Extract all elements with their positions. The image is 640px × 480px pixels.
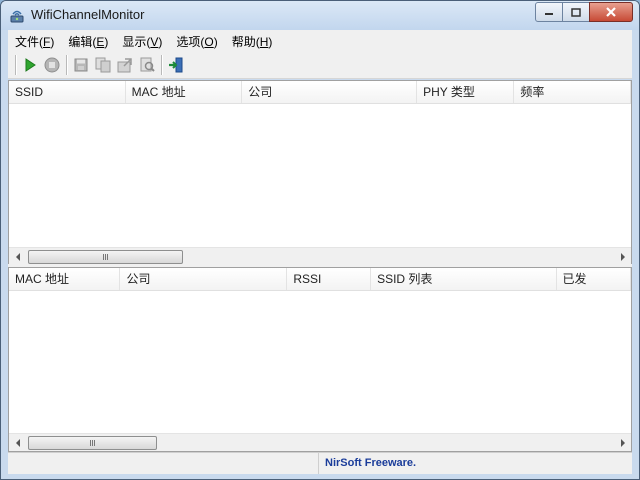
stop-icon xyxy=(44,57,60,73)
menu-file-label: 文件( xyxy=(15,34,43,49)
start-button[interactable] xyxy=(19,54,41,76)
window-controls xyxy=(535,2,633,22)
menu-options[interactable]: 选项(O) xyxy=(169,33,224,50)
column-header-rssi[interactable]: RSSI xyxy=(287,268,372,290)
maximize-icon xyxy=(571,7,581,17)
scroll-thumb[interactable] xyxy=(28,436,157,450)
window-title: WifiChannelMonitor xyxy=(31,7,145,22)
column-header-company[interactable]: 公司 xyxy=(120,268,288,290)
column-header-company[interactable]: 公司 xyxy=(242,81,418,103)
status-bar: NirSoft Freeware. xyxy=(8,452,632,474)
menu-view[interactable]: 显示(V) xyxy=(115,33,169,50)
toolbar-separator xyxy=(15,55,16,75)
stop-button[interactable] xyxy=(41,54,63,76)
column-header-sent[interactable]: 已发 xyxy=(557,268,631,290)
wifi-app-icon xyxy=(10,10,24,23)
save-button[interactable] xyxy=(70,54,92,76)
exit-button[interactable] xyxy=(165,54,187,76)
html-report-button[interactable] xyxy=(136,54,158,76)
networks-list-header: SSID MAC 地址 公司 PHY 类型 频率 xyxy=(9,81,631,104)
column-header-ssid[interactable]: SSID xyxy=(9,81,126,103)
menu-edit-label: 编辑( xyxy=(68,34,97,49)
copy-icon xyxy=(95,57,111,73)
scroll-right-button[interactable] xyxy=(614,434,631,451)
scroll-right-button[interactable] xyxy=(614,248,631,265)
properties-icon xyxy=(117,58,132,73)
start-icon xyxy=(25,58,36,72)
stations-list[interactable]: MAC 地址 公司 RSSI SSID 列表 已发 xyxy=(8,267,632,452)
scroll-grip-icon xyxy=(90,440,95,446)
menu-edit-end: ) xyxy=(104,34,109,49)
minimize-button[interactable] xyxy=(535,2,563,22)
networks-horizontal-scrollbar[interactable] xyxy=(9,247,631,265)
scroll-thumb[interactable] xyxy=(28,250,183,264)
menu-view-label: 显示( xyxy=(122,34,151,49)
nirsoft-link[interactable]: NirSoft Freeware. xyxy=(318,453,638,474)
menu-bar: 文件(F) 编辑(E) 显示(V) 选项(O) 帮助(H) xyxy=(8,30,632,52)
menu-options-label: 选项( xyxy=(176,34,205,49)
menu-file-end: ) xyxy=(50,34,55,49)
properties-button[interactable] xyxy=(114,54,136,76)
close-icon xyxy=(606,7,616,17)
column-header-phy-type[interactable]: PHY 类型 xyxy=(417,81,515,103)
menu-file[interactable]: 文件(F) xyxy=(8,33,61,50)
scroll-grip-icon xyxy=(103,254,108,260)
menu-view-end: ) xyxy=(158,34,163,49)
networks-list[interactable]: SSID MAC 地址 公司 PHY 类型 频率 xyxy=(8,80,632,266)
menu-edit[interactable]: 编辑(E) xyxy=(61,33,115,50)
stations-horizontal-scrollbar[interactable] xyxy=(9,433,631,451)
column-header-ssid-list[interactable]: SSID 列表 xyxy=(371,268,557,290)
toolbar-separator xyxy=(161,55,162,75)
app-window: WifiChannelMonitor 文件(F) 编辑(E) 显示(V) 选项(… xyxy=(0,0,640,480)
column-header-mac-address[interactable]: MAC 地址 xyxy=(9,268,121,290)
maximize-button[interactable] xyxy=(562,2,590,22)
title-bar[interactable]: WifiChannelMonitor xyxy=(1,1,639,30)
status-cell-info xyxy=(8,453,319,474)
column-header-frequency[interactable]: 频率 xyxy=(514,81,631,103)
scroll-left-button[interactable] xyxy=(9,248,26,265)
scroll-right-icon xyxy=(620,252,625,261)
minimize-icon xyxy=(545,13,553,15)
scroll-left-icon xyxy=(15,438,20,447)
toolbar-separator xyxy=(66,55,67,75)
menu-help-label: 帮助( xyxy=(231,34,260,49)
toolbar xyxy=(8,52,632,79)
close-button[interactable] xyxy=(589,2,633,22)
copy-button[interactable] xyxy=(92,54,114,76)
menu-help-end: ) xyxy=(268,34,273,49)
menu-options-end: ) xyxy=(213,34,218,49)
scroll-left-button[interactable] xyxy=(9,434,26,451)
html-report-icon xyxy=(140,57,155,72)
menu-options-accel: O xyxy=(204,34,214,49)
menu-help[interactable]: 帮助(H) xyxy=(225,33,280,50)
stations-list-header: MAC 地址 公司 RSSI SSID 列表 已发 xyxy=(9,268,631,291)
scroll-left-icon xyxy=(15,252,20,261)
scroll-right-icon xyxy=(620,438,625,447)
save-icon xyxy=(74,58,88,72)
column-header-mac-address[interactable]: MAC 地址 xyxy=(126,81,243,103)
exit-icon xyxy=(169,57,183,73)
